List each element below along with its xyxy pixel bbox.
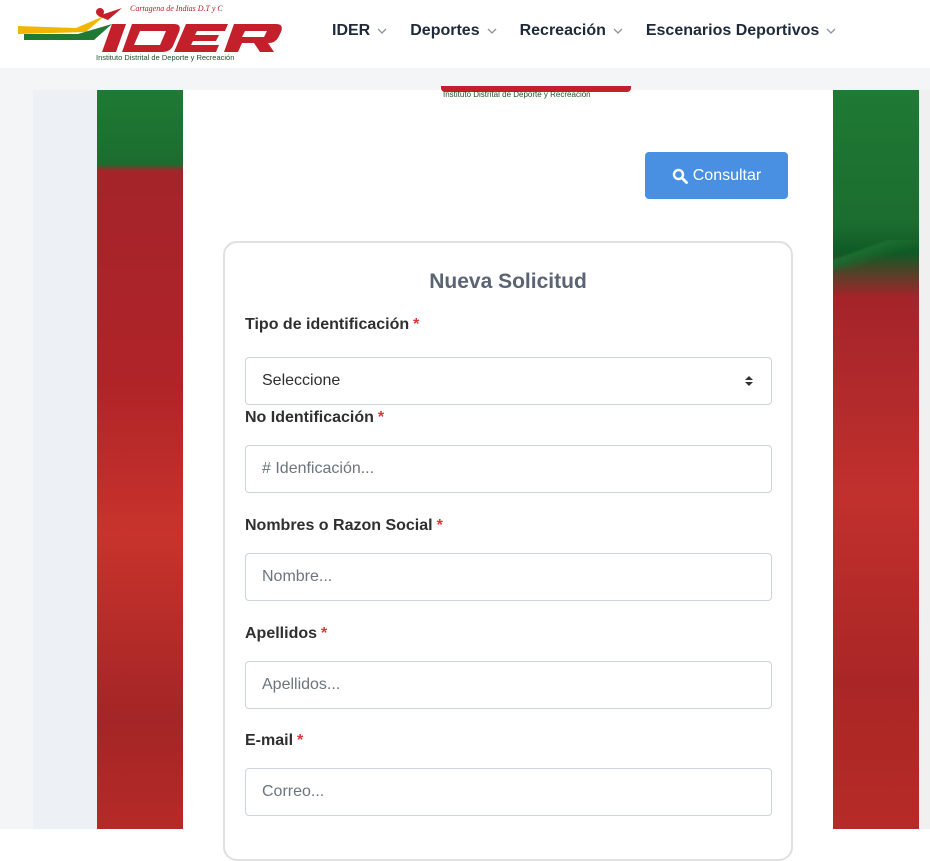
chevron-down-icon [377, 28, 387, 34]
id-type-label: Tipo de identificación * [245, 316, 419, 334]
id-number-placeholder: # Idenficación... [262, 460, 375, 477]
nav-item-label: Escenarios Deportivos [645, 22, 820, 39]
id-number-input[interactable]: # Idenficación... [245, 445, 772, 493]
id-number-label-text: No Identificación [245, 409, 374, 426]
chevron-down-icon [613, 28, 623, 34]
name-label-text: Nombres o Razon Social [245, 517, 433, 534]
id-type-label-text: Tipo de identificación [245, 316, 410, 333]
surname-placeholder: Apellidos... [262, 676, 341, 693]
select-arrows-icon [745, 376, 753, 386]
nav-item-label: IDER [332, 22, 371, 39]
email-label-text: E-mail [245, 732, 294, 749]
nav-item-label: Recreación [519, 22, 606, 39]
main-content: Instituto Distrital de Deporte y Recreac… [183, 86, 833, 861]
required-mark: * [413, 316, 420, 333]
email-placeholder: Correo... [262, 783, 325, 800]
left-margin [33, 90, 97, 829]
nav-item-label: Deportes [410, 22, 480, 39]
stadium-photo-right [833, 90, 919, 829]
new-request-form: Nueva Solicitud Tipo de identificación * … [223, 241, 793, 861]
chevron-down-icon [826, 28, 836, 34]
id-type-select[interactable]: Seleccione [245, 357, 772, 405]
name-input[interactable]: Nombre... [245, 553, 772, 601]
surname-label-text: Apellidos [245, 625, 318, 642]
required-mark: * [436, 517, 443, 534]
name-label: Nombres o Razon Social * [245, 517, 443, 535]
consultar-button-label: Consultar [692, 166, 762, 184]
banner-logo-subtitle: Instituto Distrital de Deporte y Recreac… [443, 90, 591, 99]
surname-label: Apellidos * [245, 625, 327, 643]
form-title: Nueva Solicitud [429, 270, 587, 293]
main-nav: IDER Deportes Recreación Escenarios Depo… [332, 22, 837, 40]
email-input[interactable]: Correo... [245, 768, 772, 816]
chevron-down-icon [487, 28, 497, 34]
nav-item-escenarios-deportivos[interactable]: Escenarios Deportivos [646, 22, 837, 40]
search-icon [672, 168, 688, 184]
top-navbar: Cartagena de Indias D.T y C Instituto Di… [0, 0, 930, 68]
stadium-photo-left [97, 90, 183, 829]
consultar-button[interactable]: Consultar [645, 152, 788, 199]
required-mark: * [321, 625, 328, 642]
nav-item-recreacion[interactable]: Recreación [520, 22, 624, 40]
surname-input[interactable]: Apellidos... [245, 661, 772, 709]
id-type-selected-value: Seleccione [262, 372, 341, 389]
ider-logo[interactable]: Cartagena de Indias D.T y C Instituto Di… [16, 4, 286, 62]
email-label: E-mail * [245, 732, 303, 750]
name-placeholder: Nombre... [262, 568, 333, 585]
logo-tagline: Cartagena de Indias D.T y C [130, 4, 223, 13]
nav-item-ider[interactable]: IDER [332, 22, 388, 40]
nav-item-deportes[interactable]: Deportes [410, 22, 497, 40]
required-mark: * [377, 409, 385, 426]
scrollbar[interactable] [919, 90, 930, 829]
required-mark: * [297, 732, 304, 749]
logo-subtitle: Instituto Distrital de Deporte y Recreac… [96, 53, 235, 62]
id-number-label: No Identificación * [245, 409, 384, 427]
